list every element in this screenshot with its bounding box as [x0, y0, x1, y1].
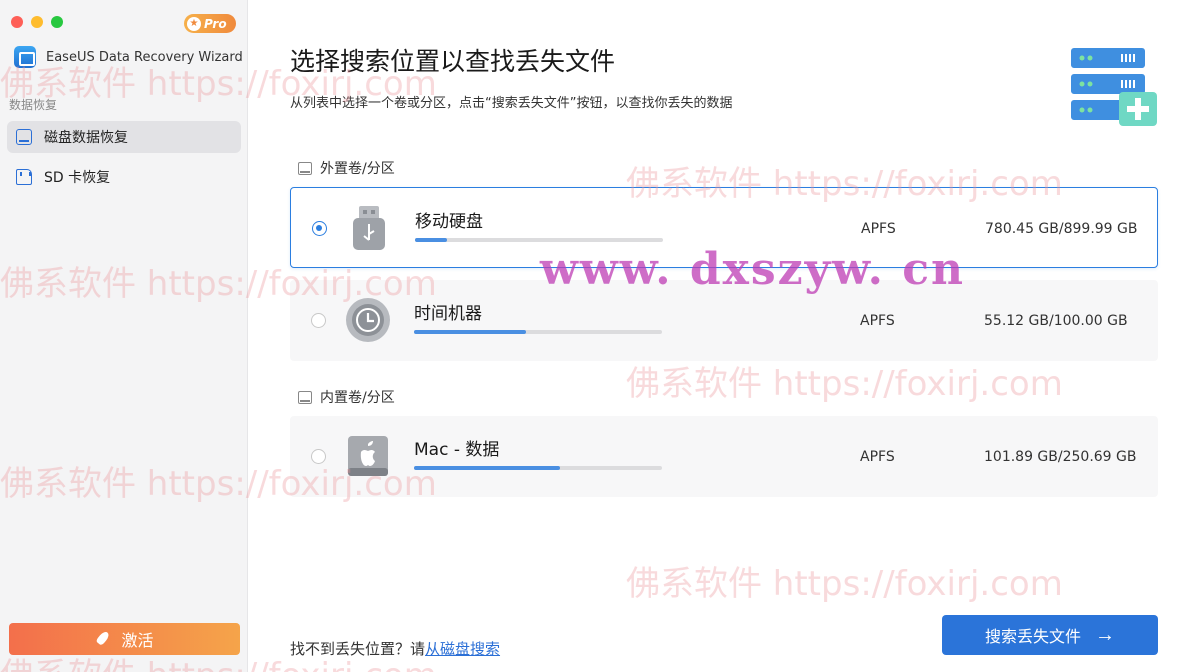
- disk-icon: [16, 129, 32, 145]
- drive-radio[interactable]: [311, 313, 326, 328]
- drive-size: 780.45 GB/899.99 GB: [985, 221, 1138, 237]
- internal-volumes-label: 内置卷/分区: [298, 387, 395, 407]
- drive-usage-bar: [414, 466, 662, 470]
- search-from-disk-link[interactable]: 从磁盘搜索: [425, 640, 500, 658]
- main-panel: 选择搜索位置以查找丢失文件 从列表中选择一个卷或分区，点击“搜索丢失文件”按钮，…: [249, 0, 1200, 672]
- drive-usage-fill: [414, 466, 561, 470]
- activate-button[interactable]: 激活: [9, 623, 240, 655]
- mac-disk-icon: [348, 436, 388, 476]
- activate-label: 激活: [121, 633, 154, 650]
- page-subtitle: 从列表中选择一个卷或分区，点击“搜索丢失文件”按钮，以查找你丢失的数据: [290, 96, 733, 111]
- drive-filesystem: APFS: [860, 449, 895, 465]
- drive-usage-fill: [415, 238, 448, 242]
- group-label-text: 内置卷/分区: [320, 390, 395, 406]
- drive-name: Mac - 数据: [414, 440, 500, 460]
- drive-row-mac-data[interactable]: Mac - 数据 APFS 101.89 GB/250.69 GB: [290, 416, 1158, 497]
- rocket-icon: [95, 631, 111, 647]
- pro-badge-label: Pro: [204, 16, 227, 31]
- app-title: EaseUS Data Recovery Wizard: [46, 49, 243, 65]
- footer-hint-prefix: 找不到丢失位置？请: [290, 640, 426, 658]
- star-icon: ★: [187, 16, 201, 31]
- maximize-window-button[interactable]: [51, 16, 63, 28]
- drive-size: 101.89 GB/250.69 GB: [984, 449, 1137, 465]
- drive-filesystem: APFS: [861, 221, 896, 237]
- sidebar-item-label: SD 卡恢复: [44, 170, 111, 186]
- sidebar-item-disk-recovery[interactable]: 磁盘数据恢复: [7, 121, 241, 153]
- drive-name: 移动硬盘: [415, 212, 483, 232]
- section-label: 数据恢复: [9, 98, 58, 112]
- sidebar-item-sd-recovery[interactable]: SD 卡恢复: [7, 161, 241, 193]
- close-window-button[interactable]: [11, 16, 23, 28]
- drive-usage-bar: [414, 330, 662, 334]
- window-controls: [11, 16, 63, 28]
- external-volumes-label: 外置卷/分区: [298, 158, 395, 178]
- drive-filesystem: APFS: [860, 313, 895, 329]
- watermark-center: www. dxszyw. cn: [540, 244, 966, 295]
- time-machine-icon: [346, 298, 390, 342]
- app-header: EaseUS Data Recovery Wizard: [14, 46, 243, 68]
- app-logo-icon: [14, 46, 36, 68]
- drive-radio[interactable]: [312, 221, 327, 236]
- group-label-text: 外置卷/分区: [320, 161, 395, 177]
- sidebar-item-label: 磁盘数据恢复: [44, 130, 128, 146]
- drive-usage-fill: [414, 330, 526, 334]
- pro-badge[interactable]: ★ Pro: [184, 14, 236, 33]
- sd-card-icon: [16, 169, 32, 185]
- footer-hint: 找不到丢失位置？请从磁盘搜索: [290, 638, 500, 659]
- drive-icon: [298, 161, 312, 175]
- drive-size: 55.12 GB/100.00 GB: [984, 313, 1128, 329]
- drive-icon: [298, 390, 312, 404]
- minimize-window-button[interactable]: [31, 16, 43, 28]
- sidebar: ★ Pro EaseUS Data Recovery Wizard 数据恢复 磁…: [0, 0, 248, 672]
- page-title: 选择搜索位置以查找丢失文件: [290, 47, 616, 76]
- arrow-right-icon: →: [1095, 624, 1115, 646]
- search-button-label: 搜索丢失文件: [984, 629, 1081, 646]
- search-lost-files-button[interactable]: 搜索丢失文件 →: [942, 615, 1158, 655]
- server-recovery-icon: [1071, 48, 1157, 126]
- drive-radio[interactable]: [311, 449, 326, 464]
- drive-usage-bar: [415, 238, 663, 242]
- drive-name: 时间机器: [414, 304, 482, 324]
- usb-drive-icon: [353, 206, 385, 250]
